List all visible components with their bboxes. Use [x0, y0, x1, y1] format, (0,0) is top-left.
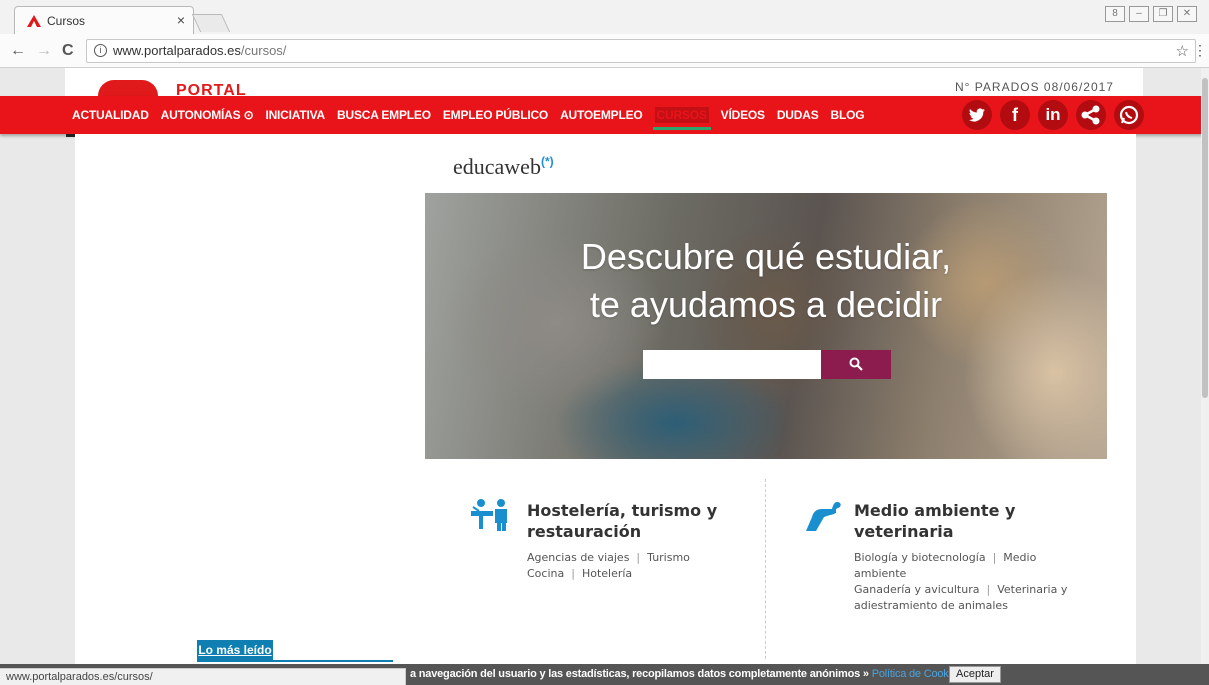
- nav-item-busca-empleo[interactable]: BUSCA EMPLEO: [331, 96, 437, 134]
- course-search-input[interactable]: [643, 350, 821, 379]
- user-profile-button[interactable]: 8: [1105, 6, 1125, 22]
- category-title-line: veterinaria: [854, 522, 954, 541]
- nav-menu: ACTUALIDAD AUTONOMÍAS ⊙ INICIATIVA BUSCA…: [66, 96, 870, 134]
- url-path: /cursos/: [240, 43, 287, 58]
- twitter-icon[interactable]: [962, 100, 992, 130]
- forward-arrow-icon[interactable]: →: [36, 42, 52, 60]
- reload-icon[interactable]: C: [62, 42, 74, 60]
- link-veterinaria[interactable]: Veterinaria y: [997, 583, 1067, 596]
- nav-item-videos[interactable]: VÍDEOS: [715, 96, 771, 134]
- nav-item-iniciativa[interactable]: INICIATIVA: [259, 96, 331, 134]
- share-icon[interactable]: [1076, 100, 1106, 130]
- category-medio-ambiente[interactable]: Medio ambiente y veterinaria Biología y …: [854, 500, 1084, 614]
- main-content: educaweb(*) Descubre qué estudiar, te ay…: [75, 134, 1136, 685]
- link-ganaderia[interactable]: Ganadería y avicultura: [854, 583, 979, 596]
- mas-leido-underline: [197, 660, 393, 662]
- whatsapp-icon[interactable]: [1114, 100, 1144, 130]
- nav-item-autonomias[interactable]: AUTONOMÍAS ⊙: [155, 96, 260, 134]
- category-links: Agencias de viajes | Turismo Cocina | Ho…: [527, 551, 690, 580]
- bookmark-star-icon[interactable]: ☆: [1176, 42, 1189, 60]
- link-biologia[interactable]: Biología y biotecnología: [854, 551, 986, 564]
- animal-icon: [806, 501, 841, 531]
- link-medio-ambiente-cont[interactable]: ambiente: [854, 567, 906, 580]
- cookie-message: a navegación del usuario y las estadísti…: [410, 668, 869, 680]
- status-bar-url: www.portalparados.es/cursos/: [0, 668, 406, 685]
- url-host: www.portalparados.es: [113, 43, 241, 58]
- category-title: Hostelería, turismo y restauración: [527, 500, 747, 542]
- browser-menu-icon[interactable]: ⋮: [1193, 42, 1207, 59]
- nav-item-cursos-label: CURSOS: [654, 107, 709, 123]
- link-turismo[interactable]: Turismo: [647, 551, 690, 564]
- minimize-button[interactable]: –: [1129, 6, 1149, 22]
- linkedin-icon[interactable]: in: [1038, 100, 1068, 130]
- browser-tabstrip: Cursos × 8 – ❐ ✕: [0, 0, 1209, 34]
- link-hoteleria[interactable]: Hotelería: [582, 567, 632, 580]
- portalparados-favicon-icon: [27, 14, 41, 27]
- category-title: Medio ambiente y veterinaria: [854, 500, 1084, 542]
- mas-leido-tab[interactable]: Lo más leído: [197, 640, 273, 660]
- scrollbar-thumb[interactable]: [1202, 78, 1208, 398]
- browser-tab[interactable]: Cursos ×: [14, 6, 194, 34]
- new-tab-button[interactable]: [191, 14, 231, 32]
- social-links: f in: [962, 100, 1144, 130]
- hero-title-line1: Descubre qué estudiar,: [580, 236, 952, 277]
- accept-cookies-button[interactable]: Aceptar: [949, 666, 1001, 683]
- browser-toolbar: ← → C i www.portalparados.es/cursos/ ☆ ⋮: [0, 34, 1209, 68]
- category-divider: [765, 479, 766, 659]
- category-title-line: Medio ambiente y: [854, 501, 1016, 520]
- scrollbar[interactable]: [1201, 68, 1209, 664]
- window-controls: 8 – ❐ ✕: [1105, 6, 1197, 22]
- maximize-button[interactable]: ❐: [1153, 6, 1173, 22]
- educaweb-logo-text: educaweb: [453, 154, 541, 179]
- hero-title-line2: te ayudamos a decidir: [589, 284, 943, 325]
- site-info-icon[interactable]: i: [94, 44, 107, 57]
- close-window-button[interactable]: ✕: [1177, 6, 1197, 22]
- back-arrow-icon[interactable]: ←: [10, 42, 26, 60]
- educaweb-logo-mark: (*): [540, 154, 554, 169]
- web-page: PORTAL N° PARADOS 08/06/2017 ACTUALIDAD …: [0, 68, 1209, 685]
- search-icon: [849, 357, 863, 371]
- nav-item-blog[interactable]: BLOG: [825, 96, 871, 134]
- parados-counter-label: N° PARADOS 08/06/2017: [955, 80, 1114, 94]
- tab-title: Cursos: [47, 13, 86, 28]
- educaweb-logo[interactable]: educaweb(*): [453, 154, 554, 180]
- category-hosteleria[interactable]: Hostelería, turismo y restauración Agenc…: [527, 500, 747, 582]
- nav-item-actualidad[interactable]: ACTUALIDAD: [66, 96, 155, 134]
- cookie-text: a navegación del usuario y las estadísti…: [410, 664, 962, 685]
- hospitality-icon: [471, 499, 507, 531]
- link-agencias-de-viajes[interactable]: Agencias de viajes: [527, 551, 629, 564]
- hero-banner: Descubre qué estudiar, te ayudamos a dec…: [425, 193, 1107, 459]
- nav-item-dudas[interactable]: DUDAS: [771, 96, 825, 134]
- nav-item-cursos[interactable]: CURSOS: [649, 96, 715, 134]
- category-title-line: restauración: [527, 522, 642, 541]
- facebook-icon[interactable]: f: [1000, 100, 1030, 130]
- nav-item-autoempleo[interactable]: AUTOEMPLEO: [554, 96, 648, 134]
- link-medio-ambiente[interactable]: Medio: [1003, 551, 1036, 564]
- category-title-line: Hostelería, turismo y: [527, 501, 718, 520]
- site-logo-mark[interactable]: [98, 80, 158, 96]
- close-tab-icon[interactable]: ×: [177, 12, 185, 28]
- nav-item-empleo-publico[interactable]: EMPLEO PÚBLICO: [437, 96, 554, 134]
- link-veterinaria-cont[interactable]: adiestramiento de animales: [854, 599, 1008, 612]
- link-cocina[interactable]: Cocina: [527, 567, 564, 580]
- category-links: Biología y biotecnología | Medio ambient…: [854, 551, 1068, 612]
- address-bar[interactable]: i www.portalparados.es/cursos/: [86, 39, 1196, 63]
- main-navbar: ACTUALIDAD AUTONOMÍAS ⊙ INICIATIVA BUSCA…: [0, 96, 1209, 134]
- search-button[interactable]: [821, 350, 891, 379]
